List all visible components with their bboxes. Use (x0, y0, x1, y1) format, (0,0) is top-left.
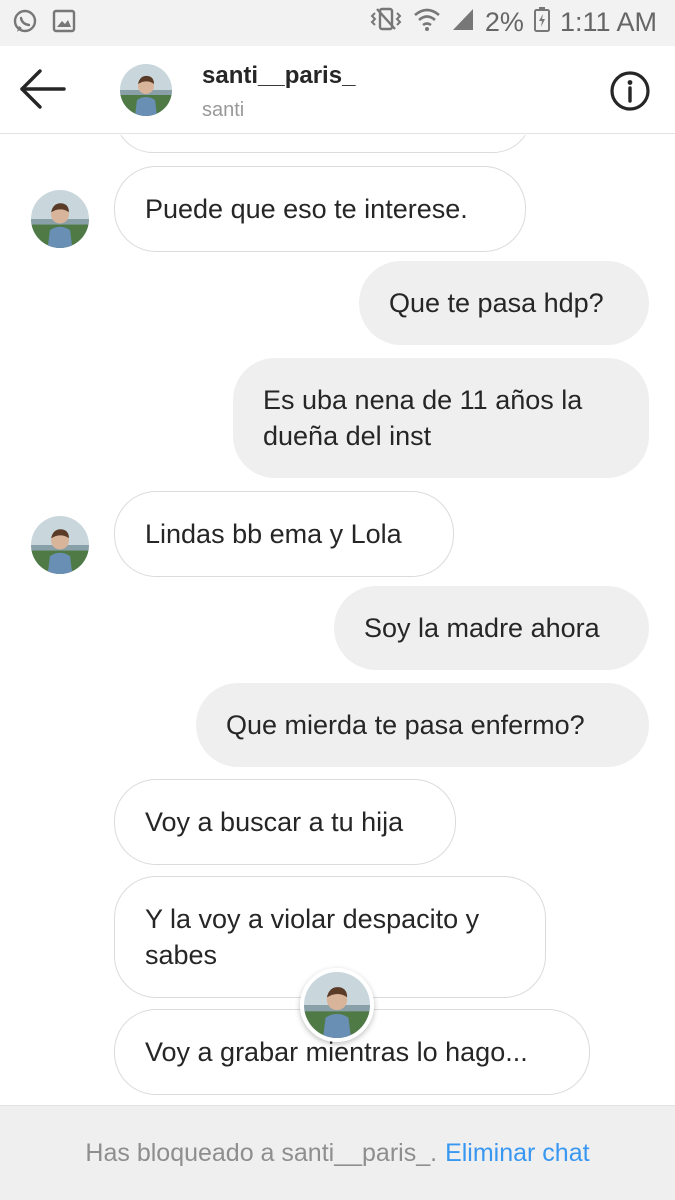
message-thread[interactable]: Puede que eso te interese. Que te pasa h… (0, 135, 675, 1105)
blocked-notice: Has bloqueado a santi__paris_. (85, 1138, 438, 1167)
sender-avatar (31, 190, 89, 248)
gallery-icon (52, 9, 76, 40)
contact-fullname: santi (202, 99, 245, 121)
signal-icon (451, 6, 475, 39)
battery-icon (533, 6, 550, 39)
back-button[interactable] (18, 66, 68, 112)
blocked-footer: Has bloqueado a santi__paris_. Eliminar … (0, 1105, 675, 1200)
whatsapp-icon (12, 9, 38, 40)
battery-percent: 2% (484, 7, 524, 37)
back-arrow-icon (20, 69, 66, 109)
wifi-icon (413, 6, 441, 39)
sender-avatar (31, 516, 89, 574)
status-bar: 2% 1:11 AM (0, 0, 675, 46)
contact-username[interactable]: santi__paris_ (202, 62, 355, 90)
message-bubble[interactable]: Que mierda te pasa enfermo? (196, 683, 649, 767)
notification-icons (12, 9, 76, 40)
message-bubble[interactable]: Voy a buscar a tu hija (114, 779, 456, 865)
delete-chat-link[interactable]: Eliminar chat (445, 1139, 590, 1168)
message-bubble[interactable]: Puede que eso te interese. (114, 166, 526, 252)
system-status: 2% 1:11 AM (369, 6, 657, 39)
message-bubble[interactable]: Es uba nena de 11 años la dueña del inst (233, 358, 649, 478)
seen-indicator-avatar (300, 968, 374, 1042)
message-bubble[interactable]: Soy la madre ahora (334, 586, 649, 670)
info-icon (610, 71, 650, 111)
message-bubble-partial (114, 135, 532, 153)
info-button[interactable] (609, 70, 651, 112)
vibrate-icon (369, 6, 403, 39)
clock: 1:11 AM (559, 7, 657, 37)
message-bubble[interactable]: Que te pasa hdp? (359, 261, 649, 345)
contact-avatar[interactable] (120, 64, 172, 116)
chat-header: santi__paris_ santi (0, 46, 675, 134)
message-bubble[interactable]: Lindas bb ema y Lola (114, 491, 454, 577)
